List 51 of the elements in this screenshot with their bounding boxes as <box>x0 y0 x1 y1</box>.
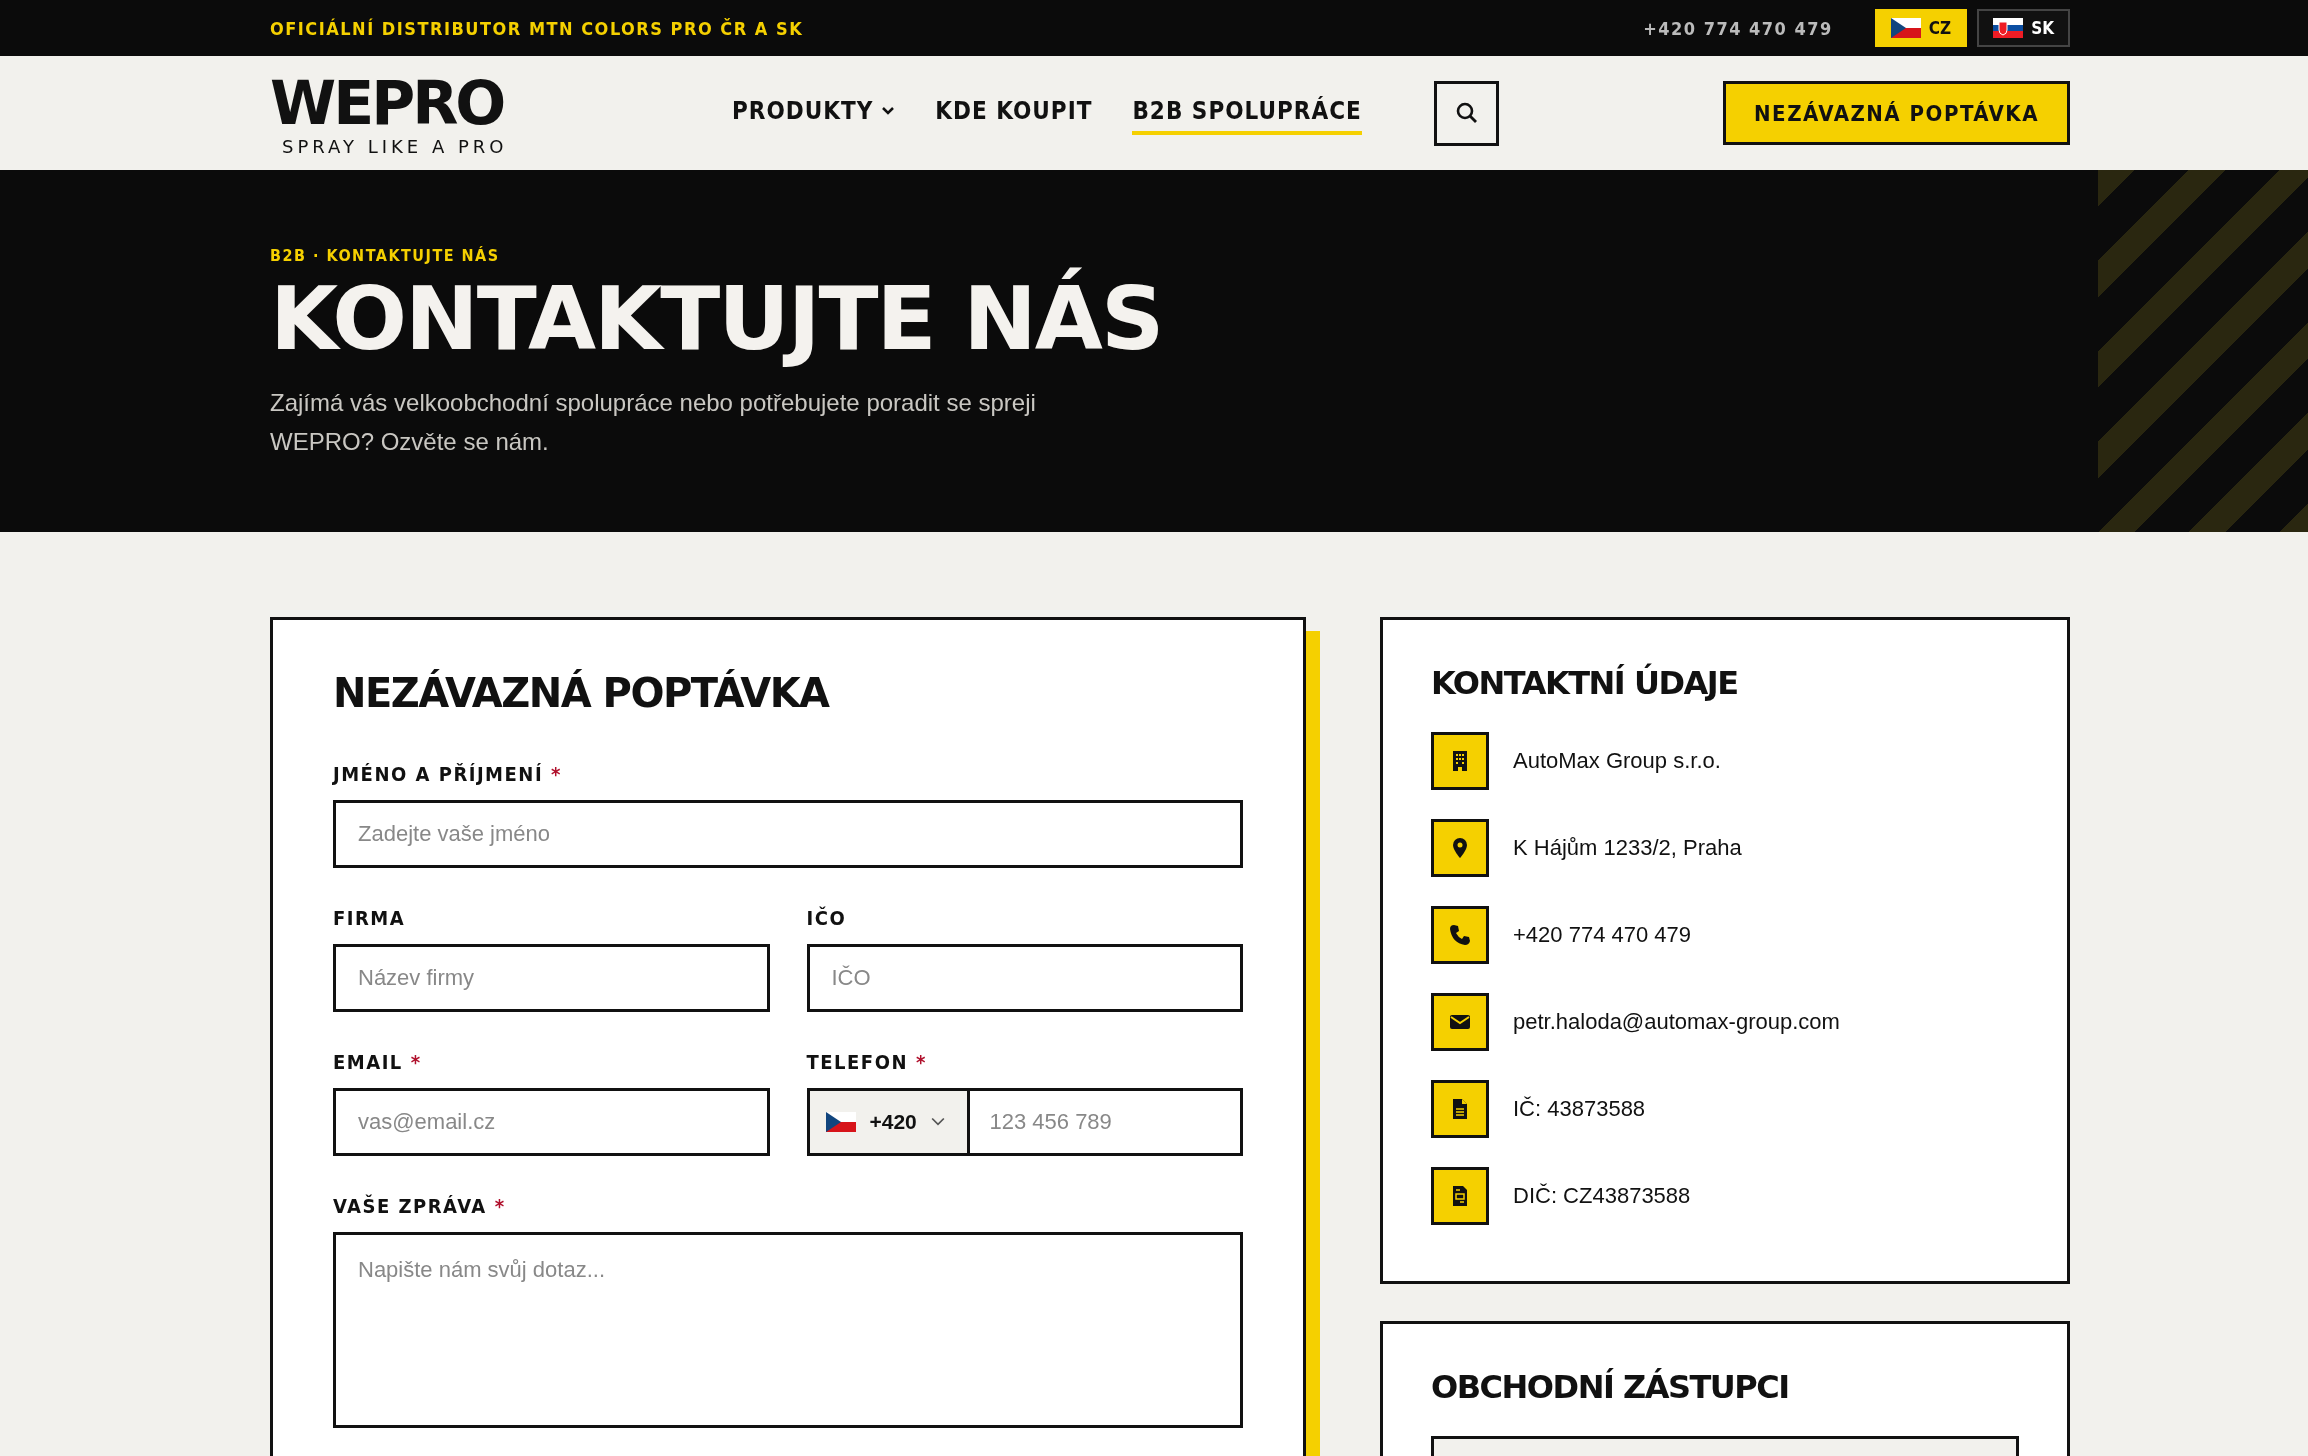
input-field[interactable]: IČO <box>806 944 1243 1012</box>
nav-link[interactable]: B2B SPOLUPRÁCE <box>1132 91 1362 135</box>
flag-icon <box>1993 18 2024 38</box>
field-label: TELEFON <box>806 1050 908 1074</box>
phone-icon <box>1431 906 1489 964</box>
flag-icon <box>825 1112 856 1132</box>
hero-description: Zajímá vás velkoobchodní spolupráce nebo potřebujete poradit se spreji WEPRO? Ozvěte se nám. <box>270 388 1037 457</box>
input-field[interactable]: vas@email.cz <box>333 1088 770 1156</box>
search-button[interactable] <box>1434 80 1500 146</box>
input-field[interactable]: Název firmy <box>333 944 770 1012</box>
card-title: OBCHODNÍ ZÁSTUPCI <box>1431 1368 1790 1406</box>
distributor-notice: OFICIÁLNÍ DISTRIBUTOR MTN COLORS PRO ČR A SK <box>270 17 805 39</box>
field-label: JMÉNO A PŘÍJMENÍ <box>333 762 544 786</box>
contact-detail: AutoMax Group s.r.o. <box>1513 748 1721 774</box>
logo[interactable]: WEPRO <box>270 69 508 136</box>
phone-field[interactable]: +420 123 456 789 <box>806 1088 1243 1156</box>
field-label: EMAIL <box>333 1050 403 1074</box>
contact-detail: DIČ: CZ43873588 <box>1513 1183 1691 1209</box>
chevron-icon <box>930 1117 945 1127</box>
message-field[interactable]: Napište nám svůj dotaz... <box>333 1232 1243 1428</box>
contact-detail: +420 774 470 479 <box>1513 922 1691 948</box>
country-code-select[interactable]: +420 <box>809 1091 970 1153</box>
contact-detail: petr.haloda@automax-group.com <box>1513 1009 1840 1035</box>
phone-link[interactable]: +420 774 470 479 <box>1643 17 1833 39</box>
inquiry-button[interactable]: NEZÁVAZNÁ POPTÁVKA <box>1723 81 2070 145</box>
document-icon <box>1431 1080 1489 1138</box>
card-title: KONTAKTNÍ ÚDAJE <box>1431 664 1739 702</box>
required-mark: * <box>494 1194 506 1218</box>
logo-tagline: SPRAY LIKE A PRO <box>282 135 509 157</box>
language-button[interactable]: SK <box>1977 9 2070 47</box>
flag-icon <box>1890 18 1921 38</box>
nav-link[interactable]: PRODUKTY <box>732 91 896 135</box>
language-button[interactable]: CZ <box>1874 9 1968 47</box>
input-field[interactable]: Zadejte vaše jméno <box>333 800 1243 868</box>
field-label: IČO <box>806 906 847 930</box>
form-title: NEZÁVAZNÁ POPTÁVKA <box>333 670 831 716</box>
building-icon <box>1431 732 1489 790</box>
breadcrumb: B2B · KONTAKTUJTE NÁS <box>270 246 501 265</box>
required-mark: * <box>551 762 562 786</box>
document-icon <box>1431 1167 1489 1225</box>
field-label: VAŠE ZPRÁVA <box>333 1194 487 1218</box>
envelope-icon <box>1431 993 1489 1051</box>
location-pin-icon <box>1431 819 1489 877</box>
contact-detail: IČ: 43873588 <box>1513 1096 1646 1122</box>
search-icon <box>1454 101 1479 125</box>
contact-detail: K Hájům 1233/2, Praha <box>1513 835 1742 861</box>
caret-icon <box>881 106 896 116</box>
required-mark: * <box>410 1050 422 1074</box>
required-mark: * <box>916 1050 927 1074</box>
nav-link[interactable]: KDE KOUPIT <box>935 91 1093 135</box>
field-label: FIRMA <box>333 906 406 930</box>
